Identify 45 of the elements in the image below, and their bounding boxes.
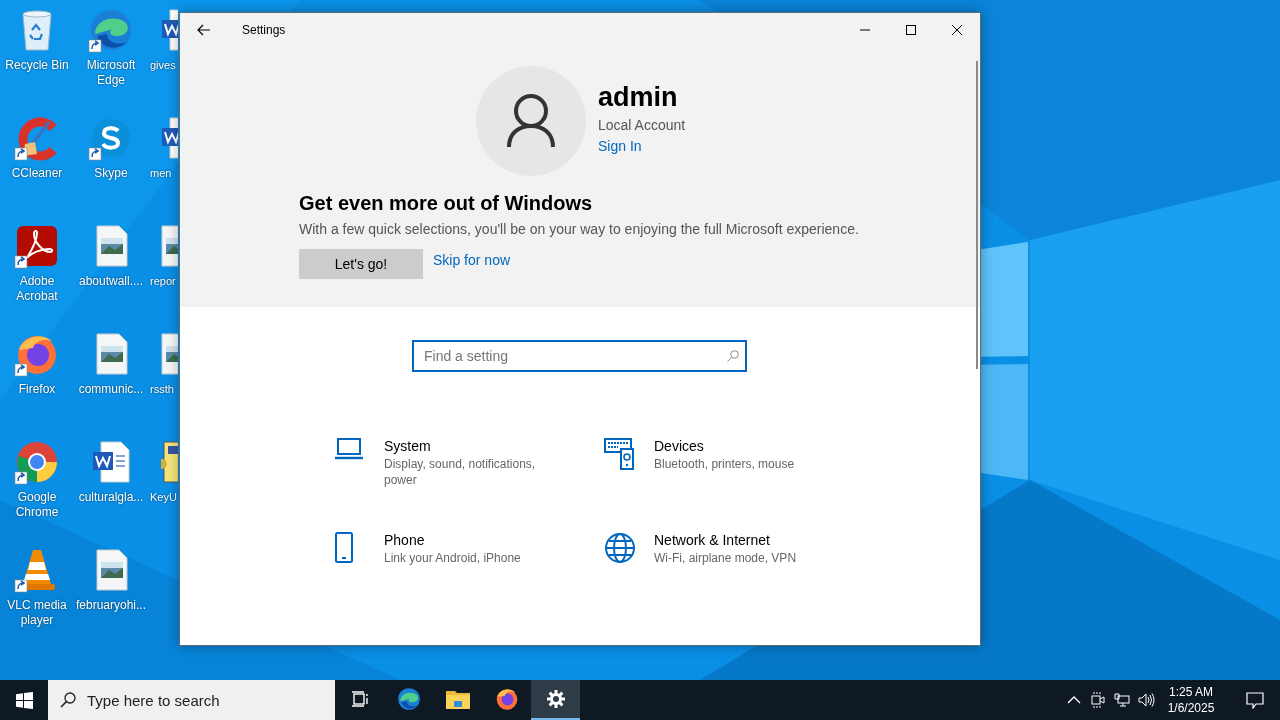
category-description: Bluetooth, printers, mouse	[654, 456, 796, 472]
category-title: Phone	[384, 531, 426, 550]
category-title: Network & Internet	[654, 531, 771, 550]
settings-category[interactable]: Phone Link your Android, iPhone	[334, 530, 604, 566]
person-icon	[506, 93, 556, 149]
chevron-up-icon	[1067, 696, 1081, 704]
network-icon	[1114, 693, 1130, 707]
windows-logo-icon	[15, 691, 33, 709]
promo-text: With a few quick selections, you'll be on your way to enjoying the full Microsoft experience.	[299, 220, 860, 238]
volume-icon	[1137, 693, 1155, 707]
settings-category[interactable]: System Display, sound, notifications, power	[334, 436, 604, 488]
search-field[interactable]: Find a setting	[412, 340, 747, 372]
close-icon	[952, 24, 962, 35]
skip-link[interactable]: Skip for now	[433, 249, 511, 271]
taskbar-search-field[interactable]: Type here to search	[48, 680, 335, 720]
keyboard-speaker-icon	[604, 438, 634, 470]
back-arrow-icon	[197, 23, 211, 36]
settings-category[interactable]: Devices Bluetooth, printers, mouse	[604, 436, 874, 488]
category-title: System	[384, 437, 432, 456]
phone-icon	[334, 532, 354, 564]
account-type: Local Account	[598, 116, 686, 135]
category-description: Wi-Fi, airplane mode, VPN	[654, 550, 798, 566]
category-title: Devices	[654, 437, 705, 456]
edge-icon	[395, 686, 422, 712]
category-description: Display, sound, notifications, power	[384, 456, 537, 488]
taskbar-app-button[interactable]	[531, 680, 580, 720]
folder-icon	[445, 689, 470, 709]
category-description: Link your Android, iPhone	[384, 550, 522, 566]
scrollbar-thumb[interactable]	[976, 61, 978, 369]
camera-icon	[1091, 692, 1105, 708]
clock-date[interactable]: 1/6/2025	[1167, 700, 1215, 716]
sign-in-link[interactable]: Sign In	[598, 135, 642, 157]
lets-go-button[interactable]: Let's go!	[299, 249, 423, 279]
search-icon	[727, 350, 739, 362]
window-title: Settings	[242, 22, 286, 37]
laptop-icon	[334, 438, 364, 460]
speech-bubble-icon	[1246, 691, 1264, 709]
settings-category[interactable]: Network & Internet Wi-Fi, airplane mode, VPN	[604, 530, 874, 566]
clock-time[interactable]: 1:25 AM	[1169, 684, 1213, 700]
task-view-icon	[350, 691, 369, 707]
globe-icon	[604, 532, 636, 564]
settings-icon	[545, 689, 566, 709]
account-name: admin	[598, 81, 679, 114]
maximize-icon	[906, 24, 916, 35]
promo-heading: Get even more out of Windows	[299, 191, 594, 216]
